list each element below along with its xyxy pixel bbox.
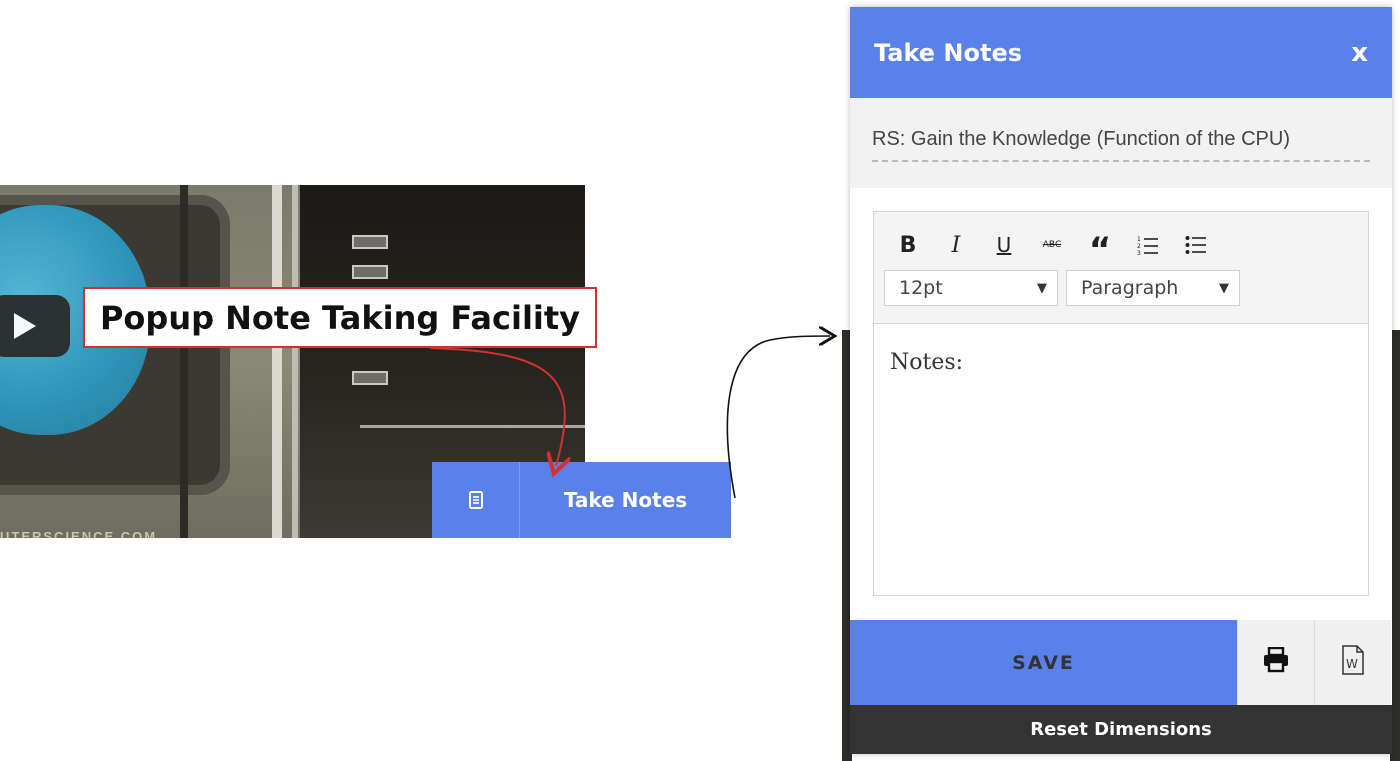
italic-button[interactable]: I — [932, 230, 980, 260]
save-button[interactable]: SAVE — [850, 620, 1237, 705]
note-title-row — [850, 98, 1392, 188]
export-word-button[interactable]: W — [1314, 620, 1391, 705]
video-slot — [352, 265, 388, 279]
bullet-list-icon[interactable] — [1172, 230, 1220, 260]
modal-header: Take Notes x — [850, 7, 1392, 98]
print-icon — [1262, 646, 1290, 678]
format-buttons-row: B I U ABC “ 1 2 3 — [884, 230, 1358, 267]
video-line — [360, 425, 585, 428]
close-icon[interactable]: x — [1351, 38, 1368, 68]
svg-text:2: 2 — [1137, 243, 1141, 250]
callout-label: Popup Note Taking Facility — [83, 287, 597, 348]
rich-text-editor: B I U ABC “ 1 2 3 12pt ▼ Paragraph ▼ Not… — [873, 211, 1369, 596]
word-doc-icon: W — [1341, 645, 1365, 680]
take-notes-label: Take Notes — [563, 488, 688, 512]
svg-text:1: 1 — [1137, 236, 1141, 243]
video-watermark: UTERSCIENCE.COM — [0, 529, 158, 538]
video-rail — [292, 185, 298, 538]
numbered-list-icon[interactable]: 1 2 3 — [1124, 230, 1172, 260]
font-size-value: 12pt — [899, 277, 943, 299]
svg-text:3: 3 — [1137, 250, 1141, 256]
video-rail — [272, 185, 282, 538]
notes-textarea[interactable]: Notes: — [874, 324, 1368, 401]
chevron-down-icon: ▼ — [1037, 280, 1047, 296]
block-format-value: Paragraph — [1081, 277, 1179, 299]
bold-button[interactable]: B — [884, 230, 932, 260]
black-arrow — [726, 336, 830, 499]
reset-dimensions-button[interactable]: Reset Dimensions — [850, 705, 1392, 754]
blockquote-button[interactable]: “ — [1076, 230, 1124, 267]
modal-footer: SAVE W — [850, 620, 1392, 705]
note-title-input[interactable] — [872, 122, 1370, 162]
chevron-down-icon: ▼ — [1219, 280, 1229, 296]
strikethrough-button[interactable]: ABC — [1028, 230, 1076, 260]
underline-button[interactable]: U — [980, 230, 1028, 260]
editor-toolbar: B I U ABC “ 1 2 3 12pt ▼ Paragraph ▼ — [874, 212, 1368, 324]
svg-text:W: W — [1346, 657, 1358, 671]
modal-title: Take Notes — [874, 38, 1023, 67]
take-notes-modal: Take Notes x B I U ABC “ 1 2 3 — [850, 7, 1392, 754]
document-icon — [432, 462, 520, 538]
notes-text: Notes: — [890, 350, 964, 375]
select-row: 12pt ▼ Paragraph ▼ — [884, 270, 1358, 306]
print-button[interactable] — [1237, 620, 1314, 705]
video-slot — [352, 235, 388, 249]
block-format-select[interactable]: Paragraph ▼ — [1066, 270, 1240, 306]
video-rail — [180, 185, 188, 538]
font-size-select[interactable]: 12pt ▼ — [884, 270, 1058, 306]
video-slot — [352, 371, 388, 385]
play-icon[interactable] — [0, 295, 70, 357]
take-notes-tab-button[interactable]: Take Notes — [432, 462, 731, 538]
